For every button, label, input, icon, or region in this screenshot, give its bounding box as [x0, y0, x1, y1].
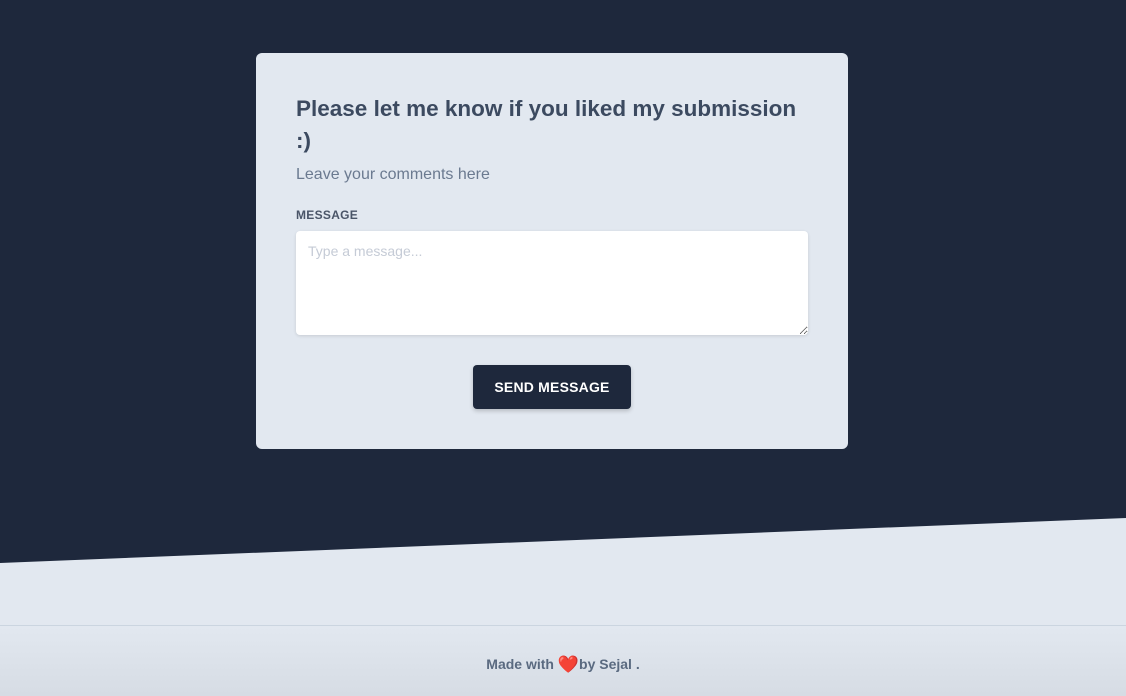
footer-prefix: Made with [486, 656, 558, 672]
button-row: SEND MESSAGE [296, 365, 808, 409]
comment-card: Please let me know if you liked my submi… [256, 53, 848, 449]
send-message-button[interactable]: SEND MESSAGE [473, 365, 631, 409]
footer-credit: Made with ❤️by Sejal . [486, 654, 639, 675]
card-subtitle: Leave your comments here [296, 166, 490, 183]
message-label: MESSAGE [296, 208, 359, 222]
card-title: Please let me know if you liked my submi… [296, 96, 797, 153]
footer-suffix: by Sejal . [579, 656, 640, 672]
message-input[interactable] [296, 231, 808, 335]
heart-icon: ❤️ [557, 655, 580, 674]
footer: Made with ❤️by Sejal . [0, 625, 1126, 696]
